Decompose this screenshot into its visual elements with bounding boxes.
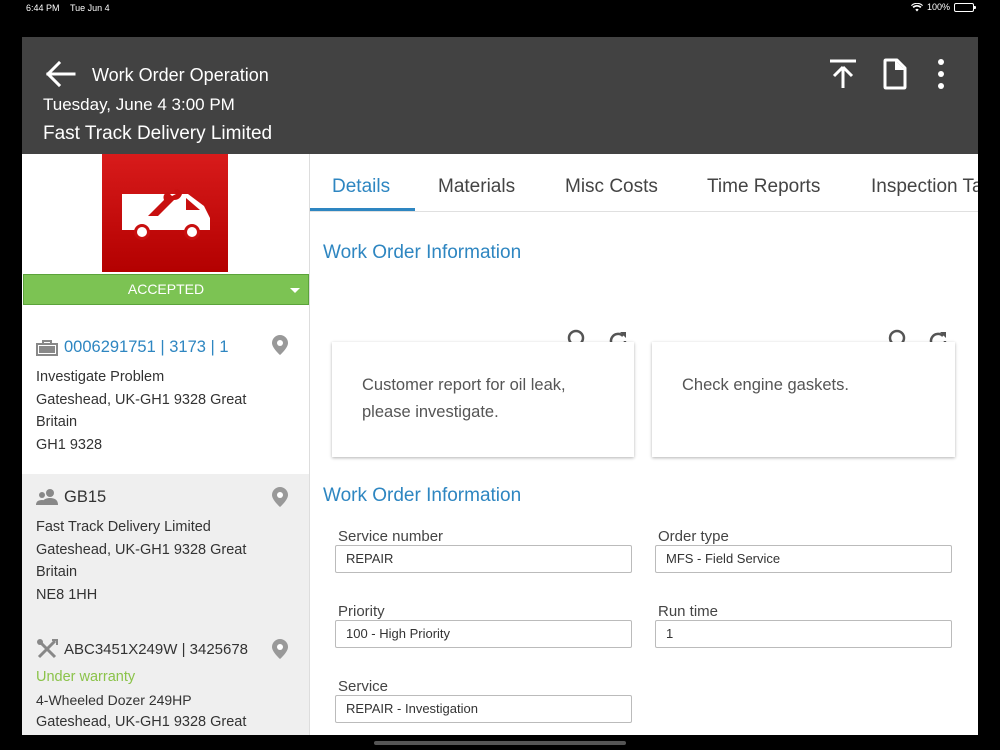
service-field[interactable]: REPAIR - Investigation (335, 695, 632, 723)
section-title: Work Order Information (323, 242, 522, 263)
wifi-icon (910, 2, 923, 11)
service-van-logo (102, 154, 228, 272)
left-panel: ACCEPTED 0006291751 | 3173 | 1 Investiga… (22, 154, 309, 735)
toolbox-icon (36, 340, 58, 356)
order-line: GH1 9328 (36, 436, 103, 453)
service-label: Service (338, 678, 389, 695)
order-line: Investigate Problem (36, 369, 165, 385)
tools-icon (37, 639, 58, 659)
order-card-lines: Investigate Problem Gateshead, UK-GH1 93… (36, 366, 309, 456)
equipment-id: ABC3451X249W | 3425678 (64, 640, 249, 658)
page-title: Work Order Operation (92, 65, 269, 85)
header-company: Fast Track Delivery Limited (43, 123, 273, 144)
back-arrow-icon[interactable] (44, 57, 78, 91)
tab-bar: Details Materials Misc Costs Time Report… (310, 154, 978, 212)
status-time: 6:44 PM (26, 3, 60, 13)
service-number-label: Service number (338, 528, 444, 545)
section-title: Work Order Information (323, 485, 522, 506)
caret-down-icon (290, 288, 300, 293)
note-card: Customer report for oil leak, please inv… (332, 342, 634, 457)
equipment-card-head: ABC3451X249W | 3425678 (36, 634, 309, 664)
equipment-card-lines: Under warranty 4-Wheeled Dozer 249HP Gat… (36, 666, 309, 734)
status-dropdown[interactable]: ACCEPTED (23, 274, 309, 305)
more-vertical-icon[interactable] (932, 57, 950, 91)
order-card-head: 0006291751 | 3173 | 1 (36, 332, 309, 362)
customer-id: GB15 (64, 487, 107, 506)
run-time-label: Run time (658, 603, 719, 620)
tab-inspection[interactable]: Inspection Ta (871, 154, 978, 212)
home-indicator (374, 741, 626, 745)
priority-field[interactable]: 100 - High Priority (335, 620, 632, 648)
order-line: Gateshead, UK-GH1 9328 Great (36, 391, 247, 408)
priority-label: Priority (338, 603, 385, 620)
tab-materials[interactable]: Materials (438, 154, 515, 212)
location-pin-icon[interactable] (271, 486, 289, 508)
customer-card-lines: Fast Track Delivery Limited Gateshead, U… (36, 516, 309, 606)
right-panel: Details Materials Misc Costs Time Report… (310, 154, 978, 735)
header-datetime: Tuesday, June 4 3:00 PM (43, 95, 235, 114)
battery-icon (954, 2, 976, 12)
order-card[interactable]: 0006291751 | 3173 | 1 Investigate Proble… (22, 328, 309, 474)
status-date: Tue Jun 4 (70, 3, 110, 13)
tab-underline (310, 208, 415, 211)
service-number-field[interactable]: REPAIR (335, 545, 632, 573)
customer-line: NE8 1HH (36, 586, 98, 603)
header: Work Order Operation Tuesday, June 4 3:0… (22, 37, 978, 154)
equipment-line: 4-Wheeled Dozer 249HP (36, 691, 192, 708)
tab-misc-costs[interactable]: Misc Costs (565, 154, 658, 212)
status-label: ACCEPTED (127, 281, 205, 297)
order-type-field[interactable]: MFS - Field Service (655, 545, 952, 573)
people-icon (36, 489, 58, 505)
customer-card-head: GB15 (36, 482, 309, 512)
order-line: Britain (36, 414, 78, 430)
order-type-label: Order type (658, 528, 729, 545)
warranty-status: Under warranty (36, 669, 136, 685)
document-icon[interactable] (882, 57, 908, 91)
customer-line: Fast Track Delivery Limited (36, 519, 211, 535)
app-window: Work Order Operation Tuesday, June 4 3:0… (22, 37, 978, 735)
upload-icon[interactable] (828, 57, 858, 91)
location-pin-icon[interactable] (271, 334, 289, 356)
tab-time-reports[interactable]: Time Reports (707, 154, 820, 212)
customer-line: Britain (36, 564, 78, 580)
customer-card[interactable]: GB15 Fast Track Delivery Limited Gateshe… (22, 474, 309, 624)
van-wrench-icon (122, 189, 210, 240)
run-time-field[interactable]: 1 (655, 620, 952, 648)
customer-line: Gateshead, UK-GH1 9328 Great (36, 541, 247, 558)
note-card: Check engine gaskets. (652, 342, 955, 457)
equipment-card[interactable]: ABC3451X249W | 3425678 Under warranty 4-… (22, 624, 309, 735)
status-bar: 6:44 PM Tue Jun 4 100% (0, 0, 1000, 16)
equipment-line: Gateshead, UK-GH1 9328 Great (36, 714, 247, 730)
tab-details[interactable]: Details (332, 154, 390, 212)
location-pin-icon[interactable] (271, 638, 289, 660)
status-right: 100% (910, 2, 976, 12)
order-id-link[interactable]: 0006291751 | 3173 | 1 (64, 338, 229, 357)
battery-percent: 100% (926, 2, 950, 12)
